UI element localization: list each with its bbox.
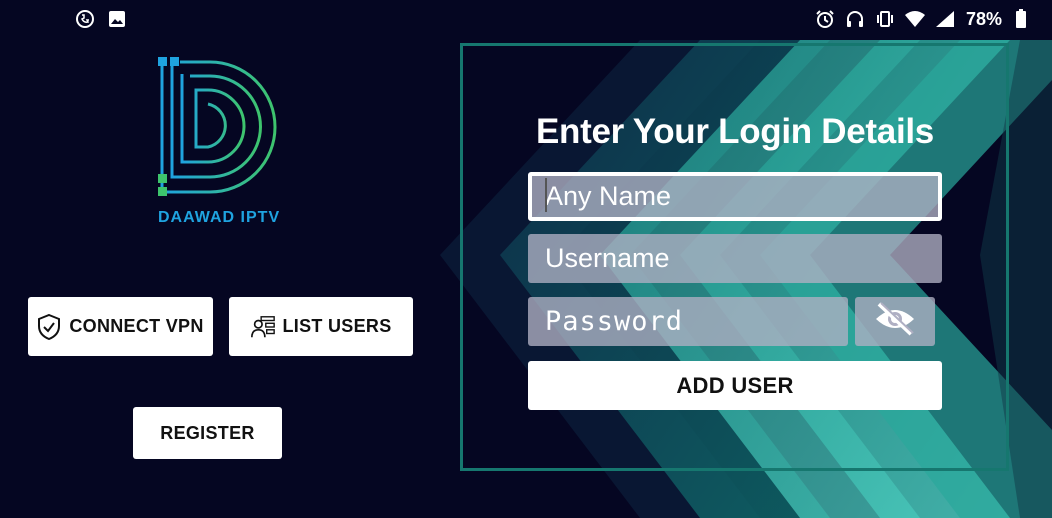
app-logo	[158, 57, 277, 196]
alarm-icon	[814, 8, 836, 30]
name-input[interactable]: Any Name	[528, 172, 942, 221]
list-users-button[interactable]: LIST USERS	[229, 297, 413, 356]
viber-icon	[74, 8, 96, 30]
battery-icon	[1010, 8, 1032, 30]
user-list-icon	[250, 313, 276, 341]
username-input[interactable]: Username	[528, 234, 942, 283]
password-input[interactable]: Password	[528, 297, 848, 346]
register-button[interactable]: REGISTER	[133, 407, 282, 459]
signal-icon	[934, 8, 956, 30]
brand-name: DAAWAD IPTV	[158, 209, 281, 226]
wifi-icon	[904, 8, 926, 30]
toggle-password-visibility-button[interactable]	[855, 297, 935, 346]
vibrate-icon	[874, 8, 896, 30]
text-caret	[545, 178, 547, 212]
login-title: Enter Your Login Details	[536, 112, 934, 151]
headphones-icon	[844, 8, 866, 30]
list-users-label: LIST USERS	[282, 316, 392, 336]
connect-vpn-button[interactable]: CONNECT VPN	[28, 297, 213, 356]
battery-percent: 78%	[965, 8, 1002, 29]
eye-off-icon	[873, 301, 917, 342]
gallery-icon	[106, 8, 128, 30]
status-bar: 78%	[0, 0, 1052, 40]
connect-vpn-label: CONNECT VPN	[69, 316, 204, 336]
shield-check-icon	[37, 313, 63, 341]
add-user-button[interactable]: ADD USER	[528, 361, 942, 410]
